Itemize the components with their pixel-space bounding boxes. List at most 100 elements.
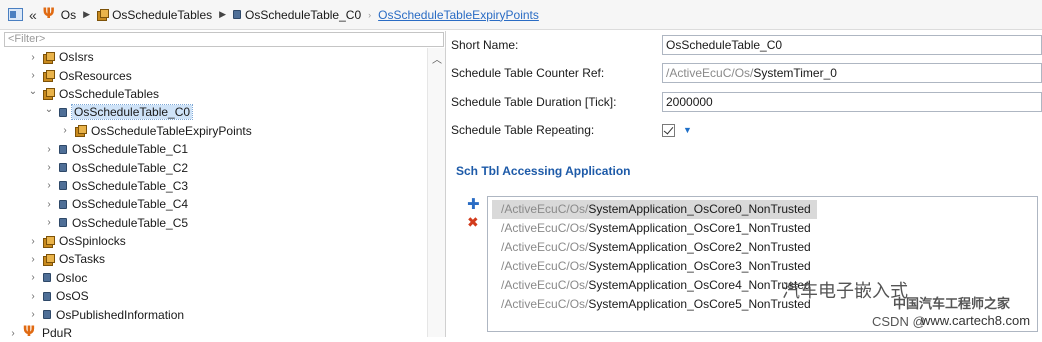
tree-item-label: PduR xyxy=(42,326,73,341)
list-item[interactable]: /ActiveEcuC/Os/SystemApplication_OsCore4… xyxy=(492,276,817,295)
watermark-text: 汽车电子嵌入式 xyxy=(782,281,908,301)
package-cube-icon xyxy=(43,70,55,83)
chevron-right-icon[interactable]: › xyxy=(28,309,38,320)
chevron-right-icon[interactable]: › xyxy=(60,125,70,136)
tree-item[interactable]: › OsScheduleTable_C4 xyxy=(0,195,426,213)
tree-item-label: OsScheduleTable_C5 xyxy=(72,215,189,230)
node-icon xyxy=(59,218,67,228)
add-icon[interactable]: ✚ xyxy=(467,197,482,212)
counter-ref-field[interactable]: /ActiveEcuC/Os/SystemTimer_0 xyxy=(662,63,1042,83)
breadcrumb-item-expirypoints[interactable]: OsScheduleTableExpiryPoints xyxy=(378,8,539,22)
list-item[interactable]: /ActiveEcuC/Os/SystemApplication_OsCore5… xyxy=(492,295,817,314)
list-item-prefix: /ActiveEcuC/Os/ xyxy=(501,240,589,254)
tree-item-label: OsScheduleTable_C2 xyxy=(72,160,189,175)
list-item-prefix: /ActiveEcuC/Os/ xyxy=(501,278,589,292)
breadcrumb-item-scheduletable-c0[interactable]: OsScheduleTable_C0 xyxy=(233,8,361,22)
chevron-right-icon[interactable]: › xyxy=(28,52,38,63)
tree-item-label: OsPublishedInformation xyxy=(56,307,185,322)
list-item[interactable]: /ActiveEcuC/Os/SystemApplication_OsCore2… xyxy=(492,238,817,257)
watermark-text: 中国汽车工程师之家 xyxy=(893,297,1011,312)
tree-item[interactable]: › OsScheduleTable_C1 xyxy=(0,140,426,158)
package-cube-icon xyxy=(97,9,110,21)
list-item-prefix: /ActiveEcuC/Os/ xyxy=(501,221,589,235)
chevron-right-icon[interactable]: › xyxy=(44,144,54,155)
chevron-right-icon[interactable]: › xyxy=(28,291,38,302)
filter-input[interactable]: <Filter> xyxy=(4,32,444,47)
watermark-text: www.cartech8.com xyxy=(921,313,1031,328)
duration-label: Schedule Table Duration [Tick]: xyxy=(451,95,617,109)
module-fork-icon xyxy=(43,6,57,22)
repeating-dropdown-icon[interactable]: ▼ xyxy=(683,125,692,135)
chevron-right-icon[interactable]: › xyxy=(28,236,38,247)
chevron-right-icon[interactable]: › xyxy=(44,217,54,228)
tree-item[interactable]: › OsResources xyxy=(0,66,426,84)
duration-field[interactable]: 2000000 xyxy=(662,92,1042,112)
tree-item[interactable]: › OsScheduleTableExpiryPoints xyxy=(0,122,426,140)
tree-item-label: OsResources xyxy=(59,68,132,83)
tree-item-label: OsIoc xyxy=(56,270,88,285)
tree-item[interactable]: › OsSpinlocks xyxy=(0,232,426,250)
chevron-right-icon[interactable]: › xyxy=(28,254,38,265)
tree-item-label: OsScheduleTable_C3 xyxy=(72,178,189,193)
breadcrumb-item-os[interactable]: Os xyxy=(43,6,76,22)
tree-item[interactable]: ⌄ OsScheduleTables xyxy=(0,85,426,103)
tree-item-label: OsScheduleTableExpiryPoints xyxy=(91,123,252,138)
tree-item[interactable]: › OsScheduleTable_C3 xyxy=(0,177,426,195)
short-name-label: Short Name: xyxy=(451,38,519,52)
breadcrumb-item-scheduletables[interactable]: OsScheduleTables xyxy=(97,8,212,22)
tree-item[interactable]: › OsTasks xyxy=(0,250,426,268)
chevron-right-icon[interactable]: › xyxy=(28,272,38,283)
breadcrumb-separator-icon: › xyxy=(368,9,372,20)
tree-item-label: OsScheduleTables xyxy=(59,86,160,101)
breadcrumb-separator-icon: ▶ xyxy=(219,9,227,19)
counter-ref-value: SystemTimer_0 xyxy=(753,66,837,80)
list-item-name: SystemApplication_OsCore2_NonTrusted xyxy=(588,240,811,254)
scroll-up-icon[interactable]: ︿ xyxy=(432,51,442,66)
breadcrumb: « Os ▶ OsScheduleTables ▶ OsScheduleTabl… xyxy=(0,0,1042,30)
chevron-down-icon[interactable]: ⌄ xyxy=(44,104,54,115)
remove-icon[interactable]: ✖ xyxy=(467,214,482,230)
package-cube-icon xyxy=(43,88,55,101)
tree-item-label: OsScheduleTable_C1 xyxy=(72,142,189,157)
breadcrumb-separator-icon: ▶ xyxy=(83,9,91,19)
view-toggle-icon[interactable] xyxy=(8,8,23,21)
package-cube-icon xyxy=(43,253,55,266)
chevron-down-icon[interactable]: ⌄ xyxy=(28,86,38,97)
list-item[interactable]: /ActiveEcuC/Os/SystemApplication_OsCore3… xyxy=(492,257,817,276)
tree-item[interactable]: ⌄ OsScheduleTable_C0 xyxy=(0,103,426,121)
tree-item[interactable]: › OsScheduleTable_C2 xyxy=(0,158,426,176)
tree-item[interactable]: ›PduR xyxy=(0,324,426,342)
tree-scrollbar[interactable]: ︿ xyxy=(427,48,445,337)
tree-item[interactable]: › OsIsrs xyxy=(0,48,426,66)
node-icon xyxy=(43,291,51,301)
tree-item[interactable]: › OsOS xyxy=(0,287,426,305)
list-item[interactable]: /ActiveEcuC/Os/SystemApplication_OsCore0… xyxy=(492,200,817,219)
chevron-right-icon[interactable]: › xyxy=(44,199,54,210)
list-controls: ✚ ✖ xyxy=(467,197,482,230)
tree-item-label: OsScheduleTable_C4 xyxy=(72,197,189,212)
package-cube-icon xyxy=(43,51,55,64)
fork-icon xyxy=(23,324,37,340)
tree-item[interactable]: › OsIoc xyxy=(0,269,426,287)
tree-item-label: OsIsrs xyxy=(59,50,94,65)
chevron-right-icon[interactable]: › xyxy=(28,70,38,81)
chevron-right-icon[interactable]: › xyxy=(44,162,54,173)
repeating-checkbox[interactable] xyxy=(662,123,675,137)
list-item-name: SystemApplication_OsCore1_NonTrusted xyxy=(588,221,811,235)
list-item-prefix: /ActiveEcuC/Os/ xyxy=(501,259,589,273)
tree-item-label: OsSpinlocks xyxy=(59,234,126,249)
package-cube-icon xyxy=(75,125,87,138)
list-item-name: SystemApplication_OsCore5_NonTrusted xyxy=(588,297,811,311)
back-double-chevron-icon[interactable]: « xyxy=(29,7,37,23)
tree-item[interactable]: › OsScheduleTable_C5 xyxy=(0,214,426,232)
list-item-name: SystemApplication_OsCore0_NonTrusted xyxy=(588,202,811,216)
node-icon xyxy=(233,10,242,19)
list-item-prefix: /ActiveEcuC/Os/ xyxy=(501,202,589,216)
short-name-field[interactable]: OsScheduleTable_C0 xyxy=(662,35,1042,55)
package-cube-icon xyxy=(43,235,55,248)
node-icon xyxy=(59,107,67,117)
chevron-right-icon[interactable]: › xyxy=(44,180,54,191)
tree-item[interactable]: › OsPublishedInformation xyxy=(0,305,426,323)
tree-item-label: OsScheduleTable_C0 xyxy=(70,104,194,121)
list-item[interactable]: /ActiveEcuC/Os/SystemApplication_OsCore1… xyxy=(492,219,817,238)
